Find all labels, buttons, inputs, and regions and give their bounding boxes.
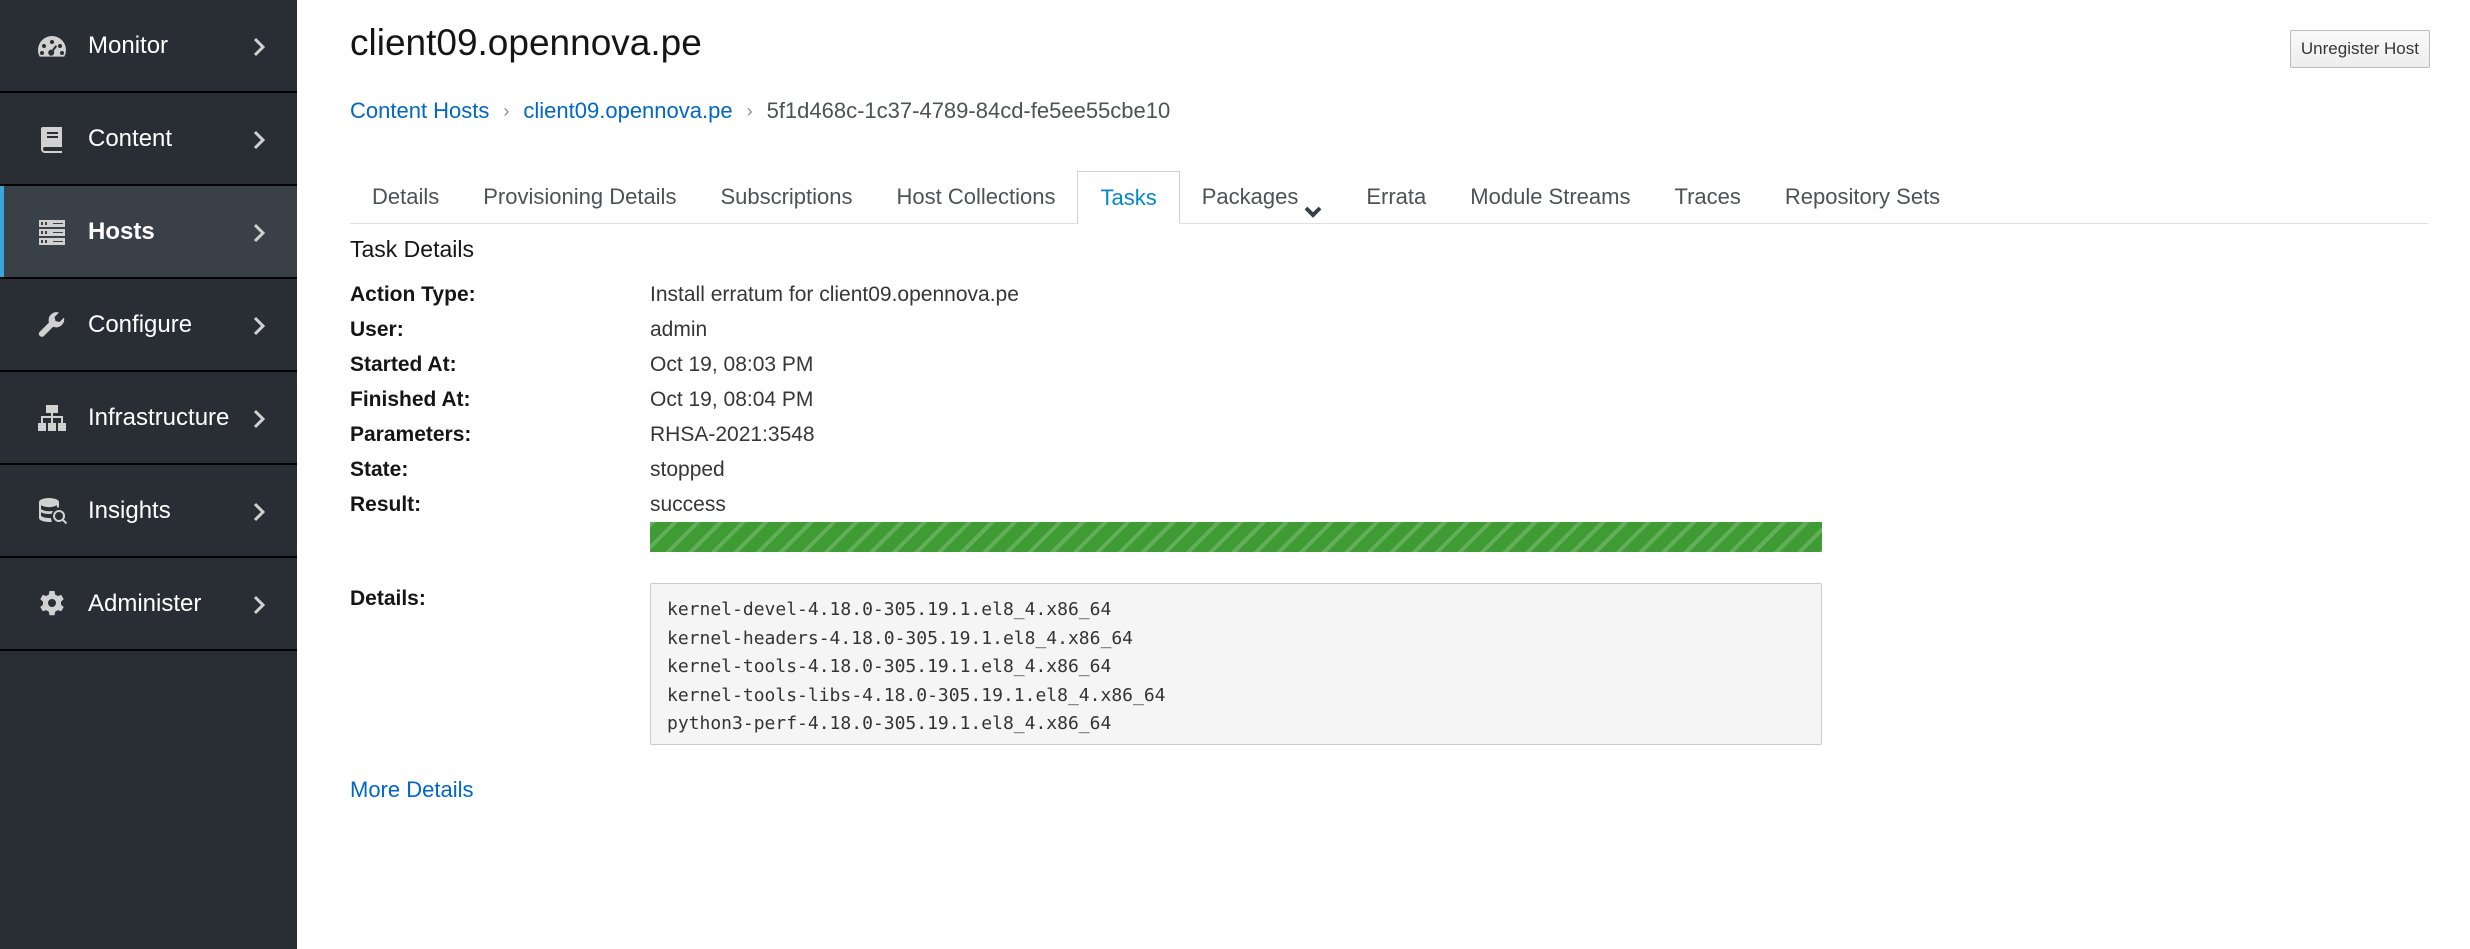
detail-row-user: User: admin <box>350 318 707 342</box>
sidebar-item-insights[interactable]: Insights <box>0 465 297 558</box>
detail-label: Finished At: <box>350 388 471 411</box>
wrench-icon <box>34 307 70 343</box>
tab-label: Packages <box>1201 184 1299 209</box>
detail-label: State: <box>350 458 409 481</box>
details-line: kernel-devel-4.18.0-305.19.1.el8_4.x86_6… <box>667 599 1112 620</box>
breadcrumb-separator-icon: › <box>503 100 510 121</box>
detail-value: success <box>650 493 726 516</box>
tab-label: Tasks <box>1100 184 1157 210</box>
task-progress-bar <box>650 522 1822 552</box>
database-search-icon <box>34 493 70 529</box>
tab-module-streams[interactable]: Module Streams <box>1448 171 1652 223</box>
detail-row-action-type: Action Type: Install erratum for client0… <box>350 283 1019 307</box>
tab-label: Host Collections <box>896 184 1056 209</box>
detail-value: RHSA-2021:3548 <box>650 423 815 446</box>
tab-provisioning-details[interactable]: Provisioning Details <box>461 171 698 223</box>
sidebar-item-infrastructure[interactable]: Infrastructure <box>0 372 297 465</box>
unregister-host-button[interactable]: Unregister Host <box>2289 30 2430 68</box>
details-line: python3-perf-4.18.0-305.19.1.el8_4.x86_6… <box>667 713 1112 734</box>
detail-label: Result: <box>350 493 422 516</box>
network-icon <box>34 400 70 436</box>
tab-label: Provisioning Details <box>483 184 677 209</box>
chevron-right-icon <box>249 222 269 242</box>
breadcrumb-content-hosts-link[interactable]: Content Hosts <box>350 98 489 124</box>
tab-label: Details <box>372 184 440 209</box>
tab-repository-sets[interactable]: Repository Sets <box>1763 171 1962 223</box>
detail-label: Details: <box>350 587 426 610</box>
chevron-right-icon <box>249 501 269 521</box>
details-line: kernel-tools-4.18.0-305.19.1.el8_4.x86_6… <box>667 656 1112 677</box>
page-title: client09.opennova.pe <box>350 22 702 63</box>
detail-row-details: Details: <box>350 587 650 611</box>
detail-row-started-at: Started At: Oct 19, 08:03 PM <box>350 353 813 377</box>
chevron-right-icon <box>249 408 269 428</box>
tab-details[interactable]: Details <box>350 171 461 223</box>
sidebar-item-label: Administer <box>88 589 202 617</box>
detail-label: Parameters: <box>350 423 472 446</box>
detail-value: Oct 19, 08:03 PM <box>650 353 814 376</box>
chevron-right-icon <box>249 315 269 335</box>
sidebar-nav: Monitor Content Hosts Configure Infrastr… <box>0 0 297 949</box>
tab-label: Subscriptions <box>720 184 853 209</box>
main-content: client09.opennova.pe Unregister Host Con… <box>297 0 2470 949</box>
tab-host-collections[interactable]: Host Collections <box>875 171 1078 223</box>
book-icon <box>34 121 70 157</box>
chevron-right-icon <box>249 36 269 56</box>
chevron-right-icon <box>249 594 269 614</box>
detail-label: Started At: <box>350 353 457 376</box>
breadcrumb-separator-icon: › <box>746 100 753 121</box>
tab-label: Errata <box>1366 184 1427 209</box>
tab-label: Traces <box>1674 184 1741 209</box>
tab-packages[interactable]: Packages <box>1180 171 1345 223</box>
tab-label: Repository Sets <box>1784 184 1941 209</box>
tab-traces[interactable]: Traces <box>1652 171 1762 223</box>
tab-errata[interactable]: Errata <box>1344 171 1448 223</box>
sidebar-item-configure[interactable]: Configure <box>0 279 297 372</box>
detail-value: Install erratum for client09.opennova.pe <box>650 283 1019 306</box>
detail-row-parameters: Parameters: RHSA-2021:3548 <box>350 423 815 447</box>
task-details-output: kernel-devel-4.18.0-305.19.1.el8_4.x86_6… <box>650 583 1822 745</box>
chevron-down-icon <box>1304 188 1322 218</box>
detail-value: admin <box>650 318 708 341</box>
sidebar-item-administer[interactable]: Administer <box>0 558 297 651</box>
sidebar-item-label: Monitor <box>88 31 169 59</box>
sidebar-item-label: Insights <box>88 496 171 524</box>
server-icon <box>34 214 70 250</box>
detail-label: User: <box>350 318 404 341</box>
chevron-right-icon <box>249 129 269 149</box>
sidebar-item-label: Configure <box>88 310 193 338</box>
sidebar-item-label: Infrastructure <box>88 403 230 431</box>
details-line: kernel-headers-4.18.0-305.19.1.el8_4.x86… <box>667 627 1133 649</box>
tab-bar: Details Provisioning Details Subscriptio… <box>350 171 2428 224</box>
sidebar-item-monitor[interactable]: Monitor <box>0 0 297 93</box>
sidebar-item-label: Hosts <box>88 217 155 245</box>
more-details-link[interactable]: More Details <box>350 777 473 803</box>
breadcrumb: Content Hosts › client09.opennova.pe › 5… <box>350 98 1170 124</box>
sidebar-item-content[interactable]: Content <box>0 93 297 186</box>
breadcrumb-host-link[interactable]: client09.opennova.pe <box>523 98 732 124</box>
detail-value: stopped <box>650 458 725 481</box>
details-line: kernel-tools-libs-4.18.0-305.19.1.el8_4.… <box>667 684 1166 706</box>
detail-value: Oct 19, 08:04 PM <box>650 388 814 411</box>
sidebar-item-hosts[interactable]: Hosts <box>0 186 297 279</box>
section-title: Task Details <box>350 236 474 262</box>
tab-subscriptions[interactable]: Subscriptions <box>698 171 874 223</box>
tab-tasks[interactable]: Tasks <box>1077 171 1180 224</box>
dashboard-icon <box>34 28 70 64</box>
detail-row-state: State: stopped <box>350 458 725 482</box>
gear-icon <box>34 586 70 622</box>
detail-row-result: Result: success <box>350 493 726 517</box>
detail-row-finished-at: Finished At: Oct 19, 08:04 PM <box>350 388 813 412</box>
tab-label: Module Streams <box>1470 184 1631 209</box>
sidebar-item-label: Content <box>88 124 173 152</box>
detail-label: Action Type: <box>350 283 476 306</box>
breadcrumb-current: 5f1d468c-1c37-4789-84cd-fe5ee55cbe10 <box>766 98 1171 123</box>
